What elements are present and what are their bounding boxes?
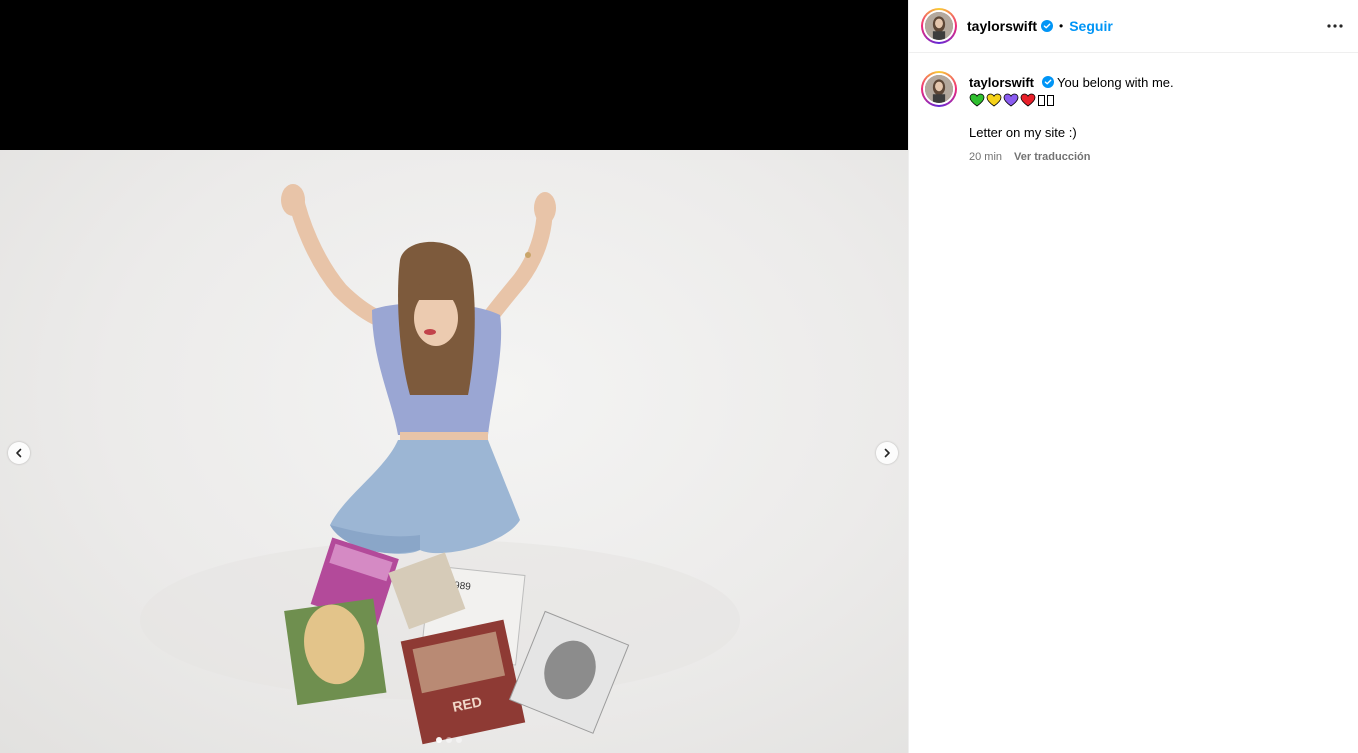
more-options-icon [1327, 24, 1343, 28]
heart-emojis [969, 93, 1174, 107]
next-slide-button[interactable] [876, 442, 898, 464]
post-timestamp: 20 min [969, 151, 1003, 163]
username-link[interactable]: taylorswift [967, 18, 1037, 34]
caption-body: taylorswift You belong with me. Letter o… [969, 71, 1174, 165]
post-header: taylorswift • Seguir [909, 0, 1358, 53]
separator-dot: • [1059, 19, 1064, 33]
post-side-panel: taylorswift • Seguir taylorswift You bel… [908, 0, 1358, 753]
post-photo[interactable]: 1989 RED [0, 150, 908, 753]
missing-glyph-icon [1047, 94, 1054, 106]
more-options-button[interactable] [1326, 17, 1344, 35]
carousel-indicator [436, 737, 462, 743]
caption-avatar[interactable] [921, 71, 957, 107]
caption-meta: 20 min Ver traducción [969, 149, 1174, 165]
verified-badge-icon [1041, 20, 1054, 32]
post-modal: 1989 RED taylorswift • Seguir taylorswif… [0, 0, 1358, 753]
missing-glyph-icon [1038, 94, 1045, 106]
caption-username-link[interactable]: taylorswift [969, 75, 1034, 90]
yellow-heart-icon [986, 93, 1002, 107]
previous-slide-button[interactable] [8, 442, 30, 464]
post-caption: taylorswift You belong with me. Letter o… [909, 53, 1358, 165]
red-heart-icon [1020, 93, 1036, 107]
carousel-dot [436, 737, 442, 743]
caption-text: You belong with me. [1057, 75, 1174, 90]
verified-badge-icon [1041, 76, 1054, 88]
chevron-right-icon [884, 448, 890, 458]
purple-heart-icon [1003, 93, 1019, 107]
follow-button[interactable]: Seguir [1069, 18, 1113, 34]
carousel-dot [446, 737, 452, 743]
green-heart-icon [969, 93, 985, 107]
carousel-dot [456, 737, 462, 743]
avatar[interactable] [921, 8, 957, 44]
media-pane: 1989 RED [0, 0, 908, 753]
chevron-left-icon [16, 448, 22, 458]
caption-second-line: Letter on my site :) [969, 125, 1077, 140]
see-translation-link[interactable]: Ver traducción [1014, 149, 1090, 165]
